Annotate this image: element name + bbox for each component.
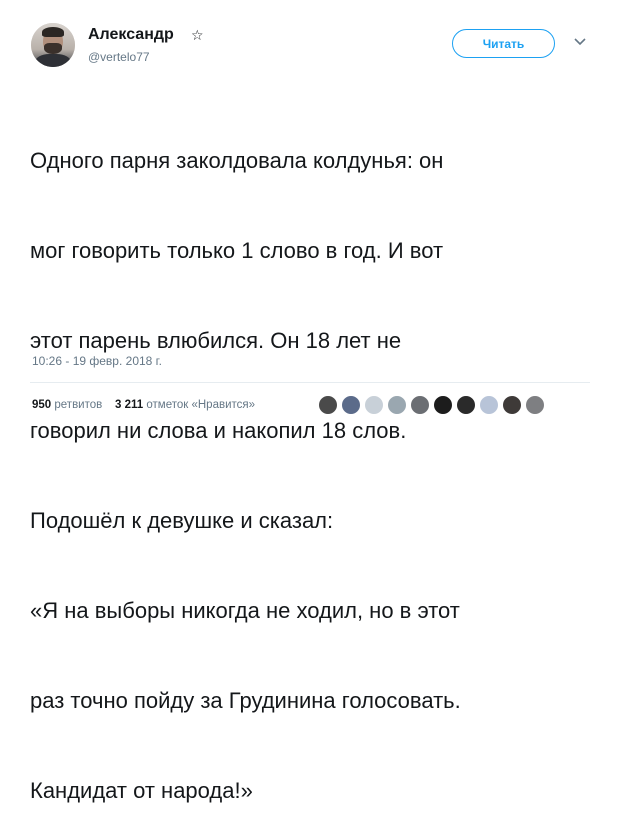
tweet-text-line: мог говорить только 1 слово в год. И вот bbox=[30, 238, 444, 263]
tweet-text-line: Кандидат от народа!» bbox=[30, 778, 253, 803]
tweet-text-line: говорил ни слова и накопил 18 слов. bbox=[30, 418, 407, 443]
author-avatar[interactable] bbox=[31, 23, 75, 67]
follow-button[interactable]: Читать bbox=[452, 29, 555, 58]
retweets-label[interactable]: ретвитов bbox=[54, 399, 102, 411]
tweet-timestamp[interactable]: 10:26 - 19 февр. 2018 г. bbox=[32, 354, 162, 368]
liker-avatar[interactable] bbox=[456, 395, 476, 415]
author-handle[interactable]: @vertelo77 bbox=[88, 50, 150, 64]
liker-avatar[interactable] bbox=[525, 395, 545, 415]
author-name[interactable]: Александр bbox=[88, 26, 174, 44]
chevron-down-icon[interactable] bbox=[573, 36, 587, 46]
tweet-text-line: раз точно пойду за Грудинина голосовать. bbox=[30, 688, 461, 713]
liker-avatar[interactable] bbox=[341, 395, 361, 415]
liker-avatar[interactable] bbox=[387, 395, 407, 415]
tweet-text-line: Подошёл к девушке и сказал: bbox=[30, 508, 334, 533]
retweets-count[interactable]: 950 bbox=[32, 399, 51, 411]
liker-avatar[interactable] bbox=[502, 395, 522, 415]
tweet-text-line: «Я на выборы никогда не ходил, но в этот bbox=[30, 598, 460, 623]
liker-avatar[interactable] bbox=[364, 395, 384, 415]
tweet-text-line: этот парень влюбился. Он 18 лет не bbox=[30, 328, 402, 353]
star-icon: ☆ bbox=[191, 27, 204, 43]
liker-avatar[interactable] bbox=[479, 395, 499, 415]
liker-avatar[interactable] bbox=[410, 395, 430, 415]
likes-count[interactable]: 3 211 bbox=[115, 399, 143, 411]
likers-avatars bbox=[318, 395, 545, 415]
likes-label[interactable]: отметок «Нравится» bbox=[146, 399, 255, 411]
divider bbox=[30, 382, 590, 383]
liker-avatar[interactable] bbox=[318, 395, 338, 415]
tweet-text: Одного парня заколдовала колдунья: он мо… bbox=[30, 86, 600, 836]
tweet-stats: 950 ретвитов 3 211 отметок «Нравится» bbox=[32, 399, 255, 411]
liker-avatar[interactable] bbox=[433, 395, 453, 415]
tweet-text-line: Одного парня заколдовала колдунья: он bbox=[30, 148, 444, 173]
